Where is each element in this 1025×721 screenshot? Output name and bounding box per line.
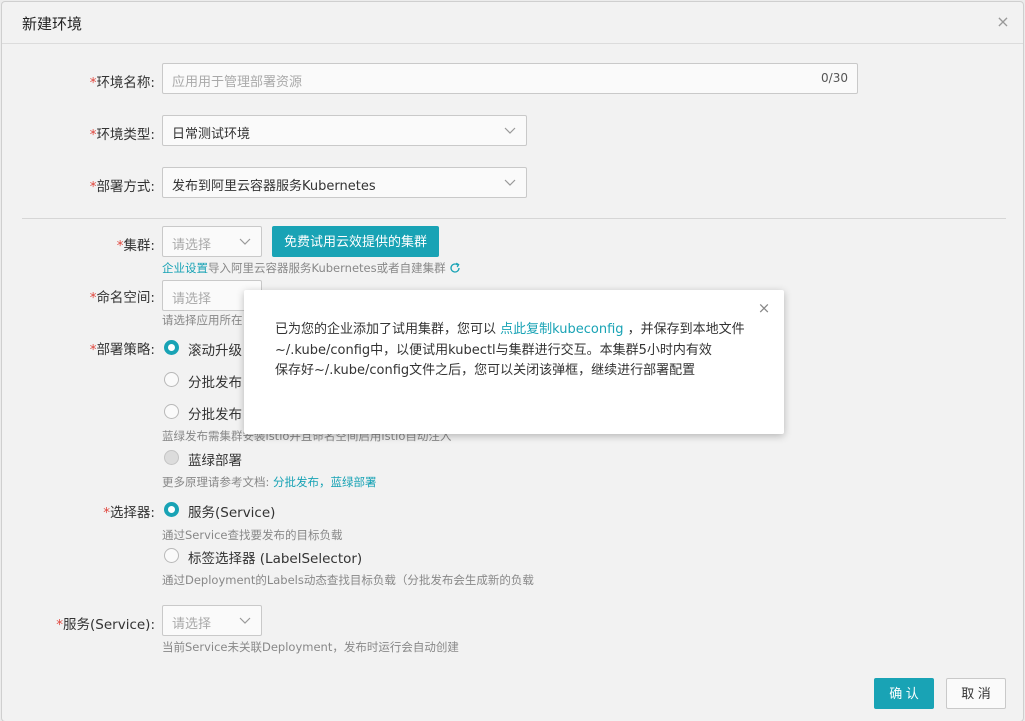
cluster-hint: 企业设置导入阿里云容器服务Kubernetes或者自建集群	[162, 260, 461, 276]
section-divider	[22, 218, 1006, 219]
chevron-down-icon	[239, 238, 251, 245]
service-hint: 当前Service未关联Deployment，发布时运行会自动创建	[162, 640, 459, 654]
radio-unchecked-icon[interactable]	[164, 372, 179, 387]
deploy-strategy-label: *部署策略:	[89, 342, 155, 358]
service-select[interactable]: 请选择	[162, 605, 262, 636]
chevron-down-icon	[239, 617, 251, 624]
service-label: *服务(Service):	[56, 617, 155, 633]
strategy-doc-hint: 更多原理请参考文档: 分批发布，蓝绿部署	[162, 475, 377, 489]
dialog-title: 新建环境	[22, 15, 83, 33]
strategy-doc-links[interactable]: 分批发布，蓝绿部署	[273, 475, 377, 489]
radio-unchecked-icon[interactable]	[164, 548, 179, 563]
cluster-placeholder: 请选择	[172, 238, 212, 253]
deploy-method-label: *部署方式:	[89, 179, 155, 195]
dialog-header: 新建环境 ×	[2, 2, 1023, 44]
cancel-button[interactable]: 取 消	[946, 678, 1006, 709]
chevron-down-icon	[504, 127, 516, 134]
cluster-label: *集群:	[116, 238, 155, 254]
selector-label: *选择器:	[103, 505, 155, 521]
chevron-down-icon	[504, 179, 516, 186]
namespace-placeholder: 请选择	[172, 292, 212, 307]
app-backdrop: 新建环境 × *环境名称: 应用用于管理部署资源 0/30 *环境类型: 日常测…	[0, 0, 1025, 721]
radio-unchecked-icon[interactable]	[164, 404, 179, 419]
radio-disabled-icon	[164, 450, 179, 465]
namespace-label: *命名空间:	[89, 290, 155, 306]
radio-checked-icon[interactable]	[164, 340, 179, 355]
refresh-icon[interactable]	[449, 262, 461, 274]
popup-message: 已为您的企业添加了试用集群，您可以 点此复制kubeconfig ，并保存到本地…	[275, 322, 745, 378]
env-type-select[interactable]: 日常测试环境	[162, 115, 527, 146]
dialog-close-icon[interactable]: ×	[993, 12, 1013, 32]
env-name-char-count: 0/30	[821, 71, 848, 85]
trial-cluster-popup: × 已为您的企业添加了试用集群，您可以 点此复制kubeconfig ，并保存到…	[244, 290, 784, 434]
selector-service-hint: 通过Service查找要发布的目标负载	[162, 528, 343, 542]
selector-label-hint: 通过Deployment的Labels动态查找目标负载（分批发布会生成新的负载	[162, 573, 534, 587]
deploy-method-select[interactable]: 发布到阿里云容器服务Kubernetes	[162, 167, 527, 198]
env-name-input[interactable]: 应用用于管理部署资源 0/30	[162, 63, 858, 94]
confirm-button[interactable]: 确 认	[874, 678, 934, 709]
deploy-method-value: 发布到阿里云容器服务Kubernetes	[172, 179, 376, 194]
env-name-label: *环境名称:	[89, 75, 155, 91]
copy-kubeconfig-link[interactable]: 点此复制kubeconfig	[500, 322, 623, 337]
free-trial-cluster-button[interactable]: 免费试用云效提供的集群	[272, 226, 440, 257]
namespace-hint: 请选择应用所在	[162, 313, 243, 327]
service-placeholder: 请选择	[172, 617, 212, 632]
enterprise-settings-link[interactable]: 企业设置	[162, 261, 208, 275]
cluster-select[interactable]: 请选择	[162, 226, 262, 257]
env-name-placeholder: 应用用于管理部署资源	[172, 75, 303, 90]
popup-close-icon[interactable]: ×	[756, 300, 772, 316]
radio-checked-icon[interactable]	[164, 502, 179, 517]
env-type-label: *环境类型:	[89, 127, 155, 143]
env-type-value: 日常测试环境	[172, 127, 251, 142]
